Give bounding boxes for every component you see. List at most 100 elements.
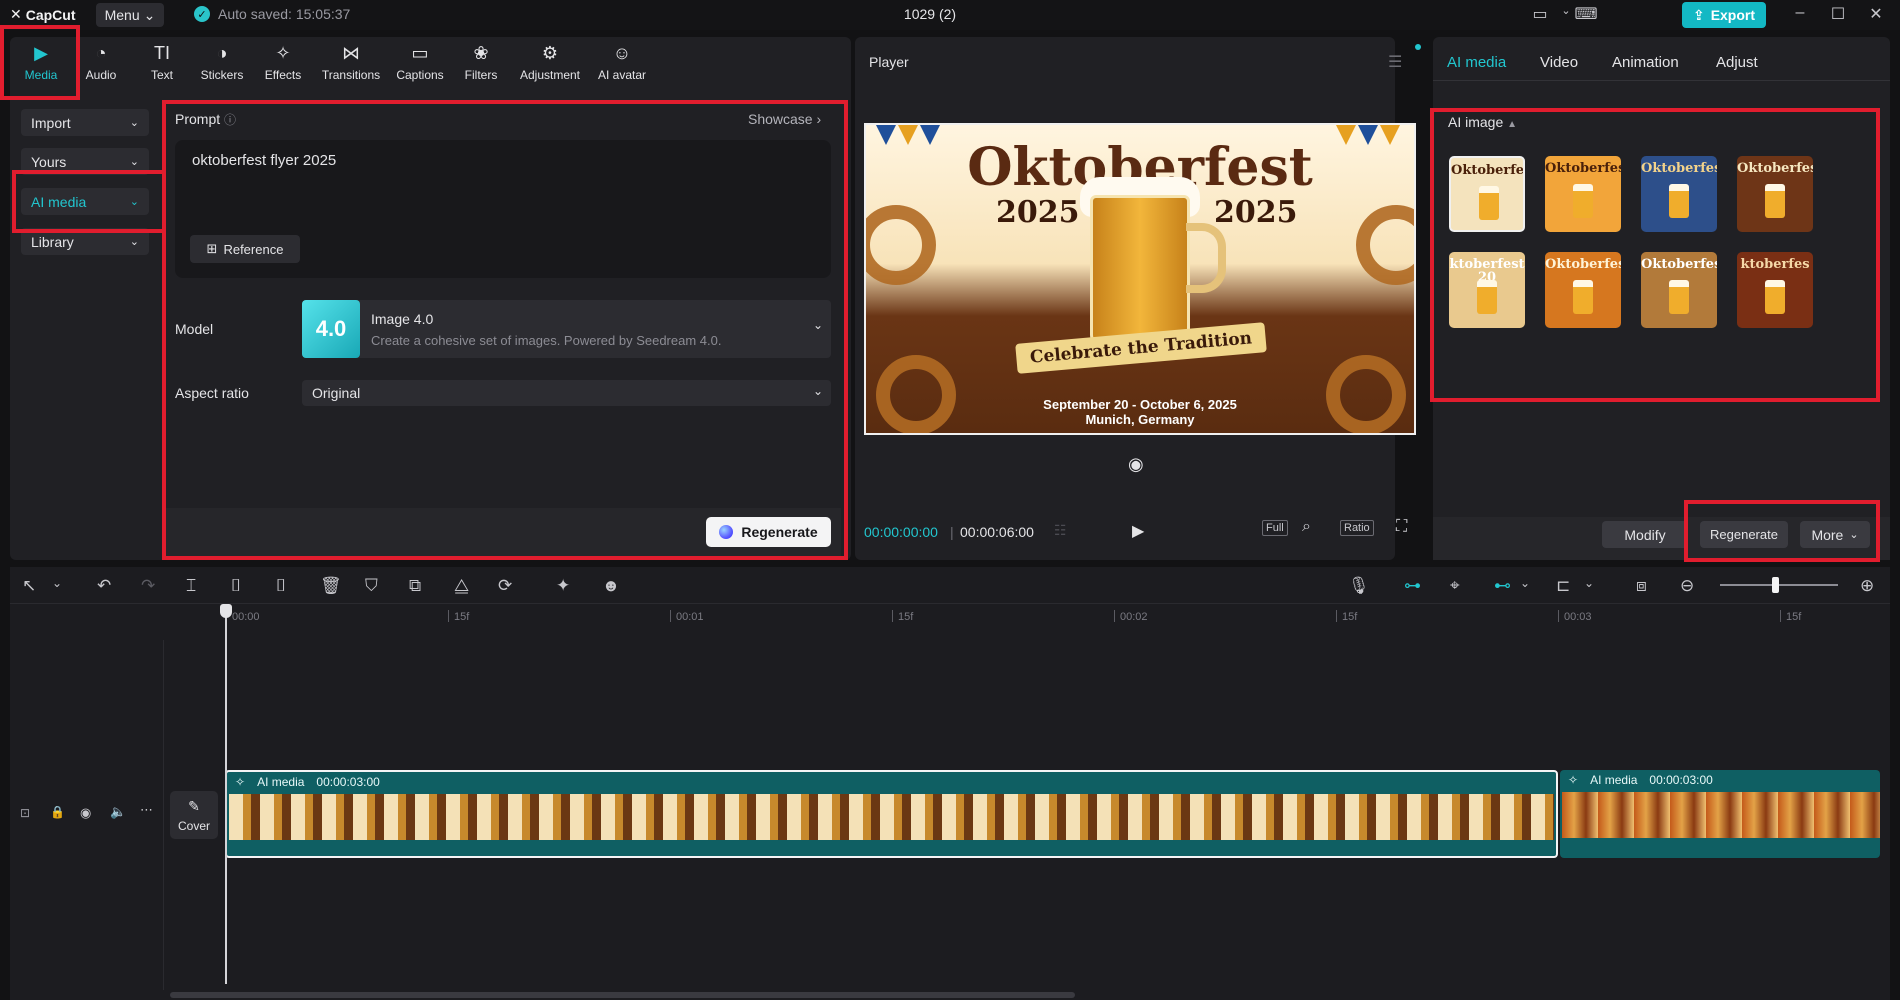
tab-filters[interactable]: ❀ Filters	[460, 44, 502, 88]
delete-icon[interactable]: 🗑	[320, 576, 342, 596]
media-icon: ▶	[34, 43, 48, 63]
timeline-grid-icon[interactable]: ☷	[1054, 522, 1067, 539]
tab-ai-avatar[interactable]: ☺ AI avatar	[594, 44, 650, 88]
timeline-clip[interactable]: ✧ AI media 00:00:03:00	[225, 770, 1558, 858]
maximize-icon[interactable]: ☐	[1826, 4, 1850, 26]
effects-icon: ✧	[275, 43, 291, 63]
info-icon[interactable]: ⓘ	[224, 113, 236, 127]
filters-icon: ❀	[473, 43, 489, 63]
shield-icon[interactable]: ⛉	[365, 576, 378, 596]
ai-image-thumbnail[interactable]: Oktoberfest	[1641, 156, 1717, 232]
ai-image-section-label[interactable]: AI image ▲	[1448, 114, 1517, 130]
snap-icon[interactable]: ⌖	[1450, 576, 1460, 596]
beer-handle	[1186, 223, 1226, 293]
timeline-clip[interactable]: ✧ AI media 00:00:03:00	[1560, 770, 1880, 858]
regenerate-ai-button[interactable]: Regenerate	[1700, 521, 1788, 548]
ai-image-thumbnail[interactable]: ktoberfest 20	[1449, 252, 1525, 328]
app-logo: ✕ CapCut	[10, 6, 76, 23]
zoom-slider-handle[interactable]	[1772, 577, 1779, 593]
autosave-status: ✓ Auto saved: 15:05:37	[194, 6, 350, 22]
zoom-fit-icon[interactable]: ⌕	[1302, 518, 1311, 536]
ai-person-icon[interactable]: ☻	[602, 576, 620, 596]
close-icon[interactable]: ✕	[1864, 4, 1888, 26]
rotate-icon[interactable]: ⟳	[498, 576, 512, 596]
cover-button[interactable]: ✎ Cover	[170, 791, 218, 839]
minimize-icon[interactable]: –	[1788, 4, 1812, 26]
tab-captions[interactable]: ▭ Captions	[392, 44, 448, 88]
shortcuts-icon[interactable]: ⌨	[1574, 4, 1598, 26]
thumbnail-title: Oktoberfest	[1641, 257, 1717, 272]
undo-icon[interactable]: ↶	[97, 576, 111, 596]
model-select[interactable]: 4.0 Image 4.0 Create a cohesive set of i…	[302, 300, 831, 358]
chevron-down-icon[interactable]: ⌄	[52, 576, 62, 590]
tab-media[interactable]: ▶ Media	[22, 44, 60, 88]
ratio-button[interactable]: Ratio	[1340, 520, 1374, 536]
redo-icon[interactable]: ↷	[141, 576, 155, 596]
showcase-link[interactable]: Showcase ›	[748, 111, 821, 127]
ai-image-thumbnail[interactable]: Oktoberfest	[1449, 156, 1525, 232]
ai-image-thumbnail[interactable]: Oktoberfest	[1641, 252, 1717, 328]
timeline-scrollbar[interactable]	[170, 992, 1075, 998]
split-left-icon[interactable]: ⌷	[231, 576, 241, 596]
tab-ai-media[interactable]: AI media	[1447, 54, 1506, 71]
split-icon[interactable]: ⌶	[186, 576, 196, 596]
ai-image-thumbnail[interactable]: ktoberfes	[1737, 252, 1813, 328]
magic-wand-icon[interactable]: ✦	[556, 576, 570, 596]
menu-button[interactable]: Menu ⌄	[96, 3, 164, 27]
tab-adjust[interactable]: Adjust	[1716, 54, 1758, 71]
mirror-icon[interactable]: ⧋	[454, 576, 469, 596]
preview-axis-icon[interactable]: ⊏	[1556, 576, 1570, 596]
tab-stickers[interactable]: ◑ Stickers	[196, 44, 248, 88]
tab-video[interactable]: Video	[1540, 54, 1578, 71]
playhead-handle[interactable]	[220, 604, 232, 618]
zoom-in-icon[interactable]: ⊕	[1860, 576, 1874, 596]
aspect-ratio-select[interactable]: Original ⌄	[302, 380, 831, 406]
fullscreen-icon[interactable]: ⛶	[1396, 518, 1407, 536]
camera-icon[interactable]: ◉	[1128, 454, 1144, 475]
sidebar-item-yours[interactable]: Yours ⌄	[21, 148, 149, 175]
zoom-out-icon[interactable]: ⊖	[1680, 576, 1694, 596]
sidebar-item-library[interactable]: Library ⌄	[21, 228, 149, 255]
export-button[interactable]: ⇪ Export	[1682, 2, 1766, 28]
tab-label: Effects	[264, 68, 302, 82]
play-icon[interactable]: ▶	[1132, 521, 1144, 541]
chevron-down-icon[interactable]: ⌄	[1584, 576, 1594, 590]
microphone-icon[interactable]: 🎙	[1348, 576, 1370, 596]
more-button[interactable]: More ⌄	[1800, 521, 1870, 548]
prompt-input[interactable]: oktoberfest flyer 2025 ⊞ Reference	[175, 140, 831, 278]
regenerate-button[interactable]: Regenerate	[706, 517, 831, 547]
sidebar-item-ai-media[interactable]: AI media ⌄	[21, 188, 149, 215]
caption-icon[interactable]: ⧈	[1636, 576, 1647, 596]
player-menu-icon[interactable]: ☰	[1388, 52, 1402, 72]
audio-mute-icon[interactable]: 🔈	[110, 804, 126, 820]
tab-adjustment[interactable]: ⚙ Adjustment	[514, 44, 586, 88]
magnet-icon[interactable]: ⊷	[1494, 576, 1511, 596]
ai-image-thumbnail[interactable]: Oktoberfes	[1545, 156, 1621, 232]
split-right-icon[interactable]: ⌷	[276, 576, 286, 596]
sidebar-item-import[interactable]: Import ⌄	[21, 109, 149, 136]
tab-audio[interactable]: ◔ Audio	[82, 44, 120, 88]
playhead[interactable]	[225, 604, 227, 984]
more-icon[interactable]: ⋯	[140, 802, 153, 818]
ai-image-thumbnail[interactable]: Oktoberfest	[1545, 252, 1621, 328]
tab-animation[interactable]: Animation	[1612, 54, 1679, 71]
prompt-text[interactable]: oktoberfest flyer 2025	[192, 152, 336, 169]
link-clips-icon[interactable]: ⊶	[1404, 576, 1421, 596]
ai-image-thumbnail[interactable]: Oktoberfest	[1737, 156, 1813, 232]
full-quality-button[interactable]: Full	[1262, 520, 1288, 536]
tab-text[interactable]: TI Text	[144, 44, 180, 88]
model-badge: 4.0	[302, 300, 360, 358]
tab-transitions[interactable]: ⋈ Transitions	[318, 44, 384, 88]
layout-icon[interactable]: ▭	[1528, 4, 1552, 26]
select-tool-icon[interactable]: ↖	[22, 576, 36, 596]
zoom-slider[interactable]	[1720, 584, 1838, 586]
pretzel	[1356, 205, 1414, 285]
lock-icon[interactable]: 🔒	[50, 805, 65, 819]
reference-button[interactable]: ⊞ Reference	[190, 235, 300, 263]
crop-icon[interactable]: ⧉	[409, 576, 421, 596]
tab-effects[interactable]: ✧ Effects	[260, 44, 306, 88]
eye-icon[interactable]: ◉	[80, 805, 91, 821]
modify-button[interactable]: Modify	[1602, 521, 1688, 548]
video-preview[interactable]: Oktoberfest 2025 2025 Celebrate the Trad…	[864, 123, 1416, 435]
chevron-down-icon[interactable]: ⌄	[1520, 576, 1530, 590]
